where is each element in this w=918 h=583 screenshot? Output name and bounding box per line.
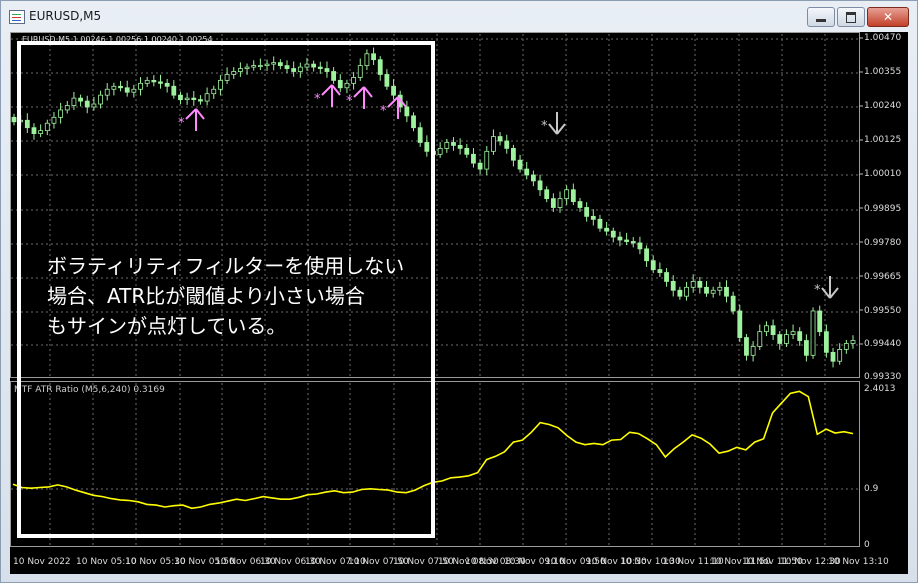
time-label: 10 Nov 13:10 [828, 557, 889, 567]
indicator-axis-label: 0 [864, 540, 870, 550]
candle-body [444, 142, 450, 149]
candle-body [451, 142, 456, 146]
candle-body [803, 340, 809, 356]
close-button[interactable] [867, 7, 909, 27]
candle-body [630, 241, 636, 244]
candle-body [690, 281, 696, 288]
candle-body [710, 289, 716, 294]
candle-body [837, 348, 843, 362]
candle-body [497, 136, 503, 142]
candle-body [597, 218, 603, 229]
candle-body [817, 310, 823, 333]
candle-body [697, 281, 703, 288]
sell-signal-star: * [541, 119, 548, 134]
price-label: 1.00470 [864, 33, 902, 43]
candle-body [484, 150, 490, 170]
sell-arrow-shaft [821, 287, 831, 299]
price-label: 0.99330 [864, 372, 902, 382]
price-label: 0.99780 [864, 238, 902, 248]
price-label: 0.99550 [864, 306, 902, 316]
price-label: 1.00240 [864, 101, 902, 111]
price-label: 0.99665 [864, 272, 902, 282]
candle-body [471, 153, 476, 164]
candle-body [557, 198, 563, 208]
title-bar[interactable]: EURUSD,M5 [1, 1, 917, 33]
candle-body [810, 310, 816, 356]
candle-body [517, 159, 523, 170]
candle-body [577, 201, 583, 208]
price-label: 1.00355 [864, 67, 902, 77]
candle-body [504, 140, 510, 149]
candle-body [744, 337, 749, 356]
candle-body [724, 286, 729, 297]
sell-signal-star: * [814, 283, 821, 298]
candle-body [657, 269, 663, 273]
time-label: 10 Nov 2022 [13, 557, 71, 567]
candle-body [704, 286, 709, 294]
candle-body [564, 189, 570, 200]
candle-body [457, 145, 463, 149]
candle-body [797, 331, 803, 341]
candle-body [617, 236, 623, 241]
chart-window-icon [9, 10, 25, 24]
candle-body [670, 281, 676, 291]
candle-body [764, 325, 769, 333]
candle-body [823, 331, 829, 353]
candle-body [537, 180, 543, 191]
candle-body [570, 189, 576, 202]
candle-body [610, 230, 616, 238]
candle-body [717, 286, 723, 291]
candle-body [590, 215, 596, 220]
candle-body [650, 260, 656, 270]
candle-body [770, 325, 776, 336]
maximize-button[interactable] [837, 7, 865, 27]
price-label: 0.99895 [864, 204, 902, 214]
candle-body [491, 136, 496, 152]
candle-body [637, 242, 643, 250]
price-label: 0.99440 [864, 339, 902, 349]
candle-body [757, 331, 763, 347]
candle-body [777, 334, 783, 344]
candle-body [664, 272, 669, 282]
candle-body [530, 174, 536, 182]
indicator-axis-label: 2.4013 [864, 384, 896, 394]
annotation-text: ボラティリティフィルターを使用しない 場合、ATR比が閾値より小さい場合 もサイ… [47, 254, 405, 338]
candle-body [524, 168, 530, 176]
price-label: 1.00010 [864, 169, 902, 179]
candle-body [737, 310, 743, 338]
candle-body [584, 207, 590, 217]
window-title: EURUSD,M5 [29, 9, 102, 23]
minimize-button[interactable] [807, 7, 835, 27]
candle-body [784, 334, 789, 344]
candle-body [477, 162, 483, 170]
candle-body [644, 248, 649, 262]
candle-body [790, 331, 796, 336]
candle-body [750, 346, 756, 356]
candle-body [624, 239, 630, 242]
indicator-axis-label: 0.9 [864, 484, 879, 494]
sell-arrow-shaft [548, 123, 558, 135]
sell-arrow-shaft [556, 123, 566, 135]
candle-body [684, 286, 689, 297]
candle-body [850, 340, 856, 344]
price-label: 1.00125 [864, 135, 902, 145]
candle-body [11, 116, 17, 123]
candle-body [511, 147, 516, 161]
candle-body [604, 227, 610, 232]
candle-body [437, 147, 443, 155]
candle-body [730, 295, 736, 312]
candle-body [830, 351, 836, 362]
sell-arrow-shaft [829, 287, 839, 299]
candle-body [464, 147, 470, 155]
candle-body [544, 189, 550, 200]
candle-body [677, 289, 683, 297]
candle-body [843, 343, 849, 350]
candle-body [550, 198, 556, 208]
